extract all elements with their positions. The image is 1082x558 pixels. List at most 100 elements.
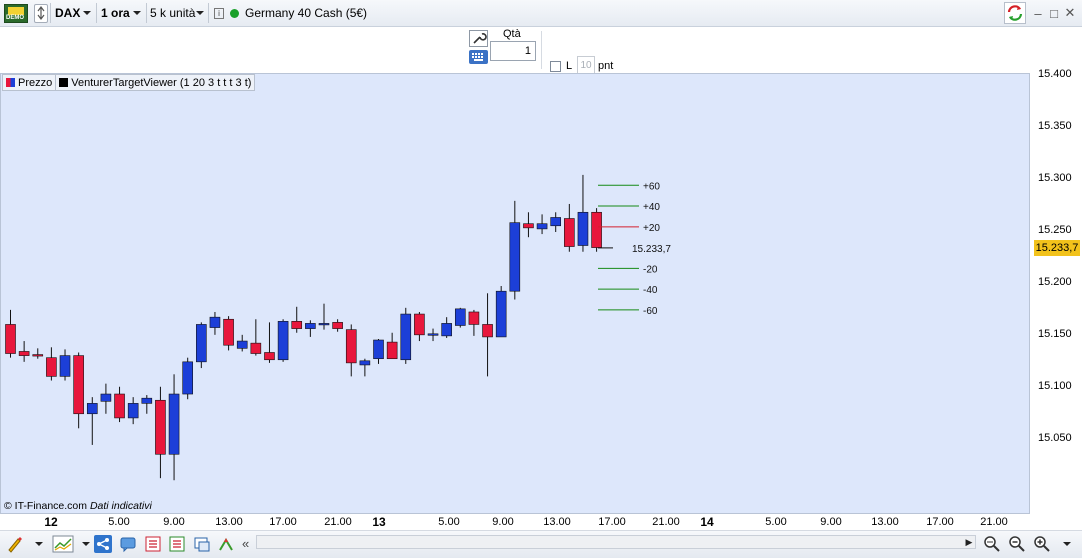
candle-body [236,340,248,349]
target-label: -40 [643,285,658,296]
time-axis-hour-label: 17.00 [926,516,954,528]
candle-body [141,397,153,404]
price-tick-label: 15.250 [1038,223,1072,236]
candle-body [414,313,425,336]
candle-body [359,360,371,366]
candle-body [250,342,262,354]
time-axis-hour-label: 21.00 [324,516,352,528]
candle-body [155,399,166,455]
price-swatch [6,78,15,87]
positions-icon[interactable] [168,535,186,553]
candle-body [536,223,548,230]
order-list-icon[interactable] [144,535,162,553]
zoom-in-icon[interactable] [1033,535,1051,553]
candle-body [5,324,16,354]
legend-price-label: Prezzo [18,76,53,89]
candle-body [564,218,575,247]
time-axis-hour-label: 17.00 [598,516,626,528]
candle-body [18,351,30,356]
scroll-right-arrow[interactable]: ▶ [963,535,975,549]
time-axis-hour-label: 9.00 [163,516,185,528]
copyright-disclaimer: Dati indicativi [89,500,152,512]
candle-body [318,323,330,326]
current-price-label: 15.233,7 [632,244,671,255]
candle-body [127,403,139,419]
candle-body [196,324,207,363]
chevron-down-icon[interactable] [82,542,90,546]
time-axis-hour-label: 9.00 [492,516,514,528]
candle-body [427,333,439,336]
zoom-out-icon[interactable] [1008,535,1026,553]
candle-body [373,339,384,360]
portfolio-icon[interactable] [193,535,211,553]
candle-body [291,321,303,329]
candle-body [550,217,562,227]
time-axis-hour-label: 13.00 [543,516,571,528]
candle-body [114,393,125,419]
chevron-down-icon[interactable] [35,542,43,546]
candle-body [468,311,480,325]
indicators-icon[interactable] [52,535,74,553]
legend-item-price[interactable]: Prezzo [3,75,55,90]
candle-body [332,322,343,329]
price-axis[interactable] [1030,73,1082,514]
price-tick-label: 15.150 [1038,327,1072,340]
backtest-icon[interactable] [217,535,235,553]
legend-indicator-label: VenturerTargetViewer (1 20 3 t t t 3 t) [71,76,252,89]
candle-body [73,355,84,415]
time-axis-hour-label: 21.00 [652,516,680,528]
time-axis-day-label: 13 [372,515,386,529]
indicator-swatch [59,78,69,87]
copyright-note: © IT-Finance.com Dati indicativi [4,500,152,512]
time-axis-hour-label: 9.00 [820,516,842,528]
time-axis-hour-label: 13.00 [871,516,899,528]
zoom-fit-icon[interactable] [983,535,1001,553]
candle-body [264,352,275,361]
target-label: +40 [643,202,660,213]
target-label: +20 [643,223,660,234]
time-axis-day-label: 12 [44,515,58,529]
share-icon[interactable] [94,535,112,553]
candle-body [305,323,316,329]
legend-item-indicator[interactable]: VenturerTargetViewer (1 20 3 t t t 3 t) [56,75,254,90]
price-tick-label: 15.100 [1038,379,1072,392]
candle-body [509,222,521,292]
candle-body [454,308,466,326]
candle-body [168,393,180,455]
time-axis-hour-label: 5.00 [108,516,130,528]
candle-body [345,329,357,364]
time-axis-hour-label: 21.00 [980,516,1008,528]
current-price-badge: 15.233,7 [1034,240,1080,256]
time-axis-hour-label: 17.00 [269,516,297,528]
chat-icon[interactable] [119,535,137,553]
chevron-down-icon[interactable] [1063,542,1071,546]
time-axis-day-label: 14 [700,515,714,529]
price-tick-label: 15.350 [1038,120,1072,133]
candle-body [495,290,507,338]
candle-body [32,354,44,357]
candle-body [59,355,71,377]
candle-body [386,341,398,360]
horizontal-scrollbar[interactable] [256,535,976,549]
candle-body [523,223,534,229]
target-label: -60 [643,306,658,317]
chart-legend: Prezzo VenturerTargetViewer (1 20 3 t t … [2,74,256,91]
candle-body [182,361,193,395]
candle-body [223,318,234,346]
candle-body [482,324,493,338]
candle-body [86,403,98,415]
target-label: -20 [643,264,658,275]
candle-body [577,211,589,246]
candle-body [591,211,602,248]
price-tick-label: 15.300 [1038,172,1072,185]
candle-body [46,357,57,377]
time-axis-hour-label: 5.00 [438,516,460,528]
target-label: +60 [643,181,660,192]
candle-body [100,393,112,402]
price-tick-label: 15.050 [1038,431,1072,444]
drawing-tools-icon[interactable] [6,535,24,553]
candle-body [277,321,289,361]
candle-body [441,323,452,337]
collapse-left-icon[interactable]: « [242,536,249,551]
price-tick-label: 15.400 [1038,68,1072,81]
